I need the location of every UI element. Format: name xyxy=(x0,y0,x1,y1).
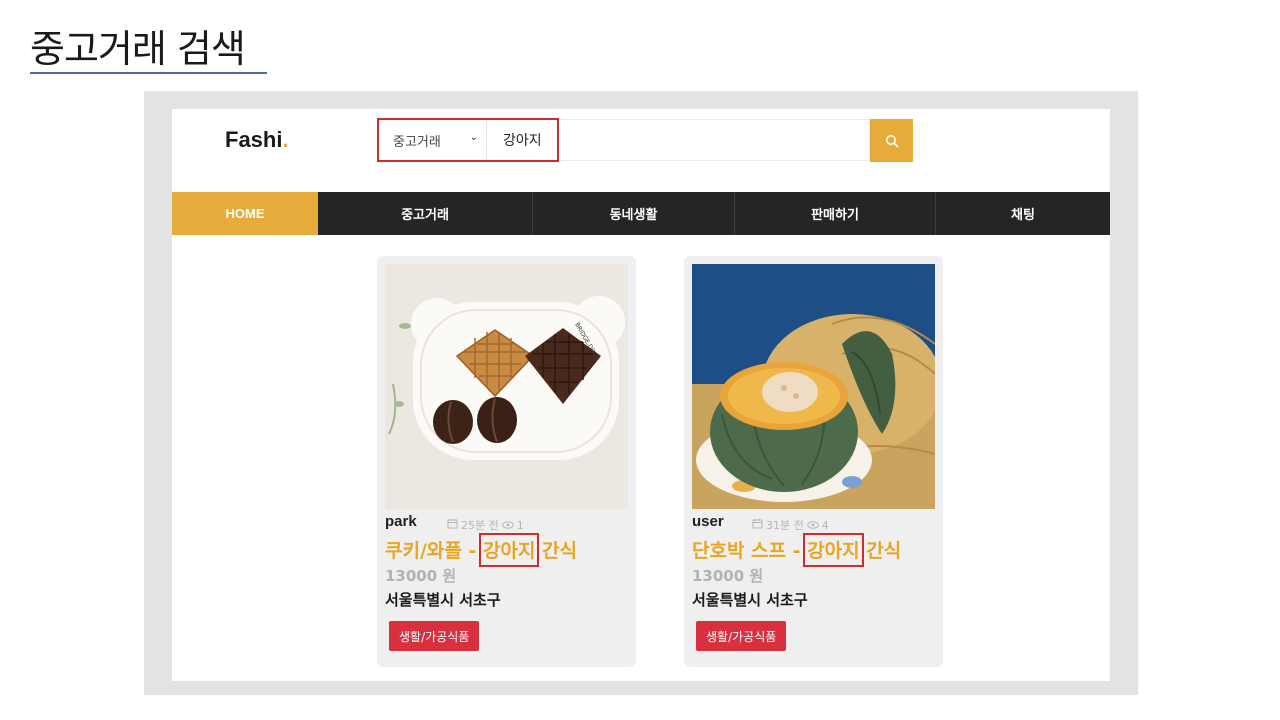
nav-item-used-trade[interactable]: 중고거래 xyxy=(318,192,532,235)
seller-name: park xyxy=(385,513,417,530)
search-bar: 중고거래 ⌄ xyxy=(378,119,870,161)
chevron-down-icon: ⌄ xyxy=(469,132,478,143)
logo-dot: . xyxy=(282,127,289,152)
product-image[interactable] xyxy=(692,264,935,509)
slide-title: 중고거래 검색 xyxy=(30,27,246,71)
web-page: Fashi. 중고거래 ⌄ HOME 중고거래 동네생활 판매하기 채팅 xyxy=(172,109,1110,681)
category-badge[interactable]: 생활/가공식품 xyxy=(389,621,480,651)
slide-title-underline xyxy=(30,72,267,74)
keyword-highlight-box xyxy=(478,533,540,567)
nav-item-home[interactable]: HOME xyxy=(172,192,318,235)
product-title-prefix: 쿠키/와플 - xyxy=(385,540,483,562)
product-title[interactable]: 쿠키/와플 - 강아지 간식 xyxy=(385,533,578,567)
product-title[interactable]: 단호박 스프 - 강아지 간식 xyxy=(692,533,902,567)
post-time: 25분 전 xyxy=(461,519,499,532)
search-icon xyxy=(885,134,898,147)
post-meta: 31분 전 4 xyxy=(752,517,829,533)
nav-item-neighborhood[interactable]: 동네생활 xyxy=(533,192,734,235)
view-count: 4 xyxy=(821,518,829,532)
logo-text: Fashi xyxy=(225,127,283,152)
site-logo[interactable]: Fashi. xyxy=(225,127,289,153)
product-card[interactable]: BRIDGE.DOG park 25분 전 1 쿠키/와플 - 강아지 간식 1… xyxy=(377,256,636,667)
eye-icon xyxy=(806,519,819,532)
main-nav: HOME 중고거래 동네생활 판매하기 채팅 xyxy=(172,192,1110,235)
product-title-prefix: 단호박 스프 - xyxy=(692,540,808,562)
nav-item-sell[interactable]: 판매하기 xyxy=(735,192,935,235)
product-location: 서울특별시 서초구 xyxy=(385,591,501,609)
product-location: 서울특별시 서초구 xyxy=(692,591,808,609)
nav-item-chat[interactable]: 채팅 xyxy=(936,192,1110,235)
product-image[interactable]: BRIDGE.DOG xyxy=(385,264,628,509)
calendar-icon xyxy=(447,518,458,532)
eye-icon xyxy=(501,519,514,532)
product-card[interactable]: user 31분 전 4 단호박 스프 - 강아지 간식 13000 원 서울특… xyxy=(684,256,943,667)
keyword-highlight: 강아지 xyxy=(803,533,864,567)
search-input[interactable] xyxy=(487,120,869,160)
category-select[interactable]: 중고거래 ⌄ xyxy=(379,120,487,160)
seller-name: user xyxy=(692,513,724,530)
category-select-value: 중고거래 xyxy=(393,134,441,150)
search-button[interactable] xyxy=(870,119,913,162)
product-title-suffix: 간식 xyxy=(535,540,578,562)
product-price: 13000 원 xyxy=(385,567,457,585)
keyword-highlight-box xyxy=(803,533,864,567)
category-badge[interactable]: 생활/가공식품 xyxy=(696,621,787,651)
post-meta: 25분 전 1 xyxy=(447,517,524,533)
keyword-highlight: 강아지 xyxy=(478,533,540,567)
post-time: 31분 전 xyxy=(766,519,804,532)
view-count: 1 xyxy=(516,518,524,532)
product-price: 13000 원 xyxy=(692,567,764,585)
product-title-suffix: 간식 xyxy=(859,540,902,562)
calendar-icon xyxy=(752,518,763,532)
